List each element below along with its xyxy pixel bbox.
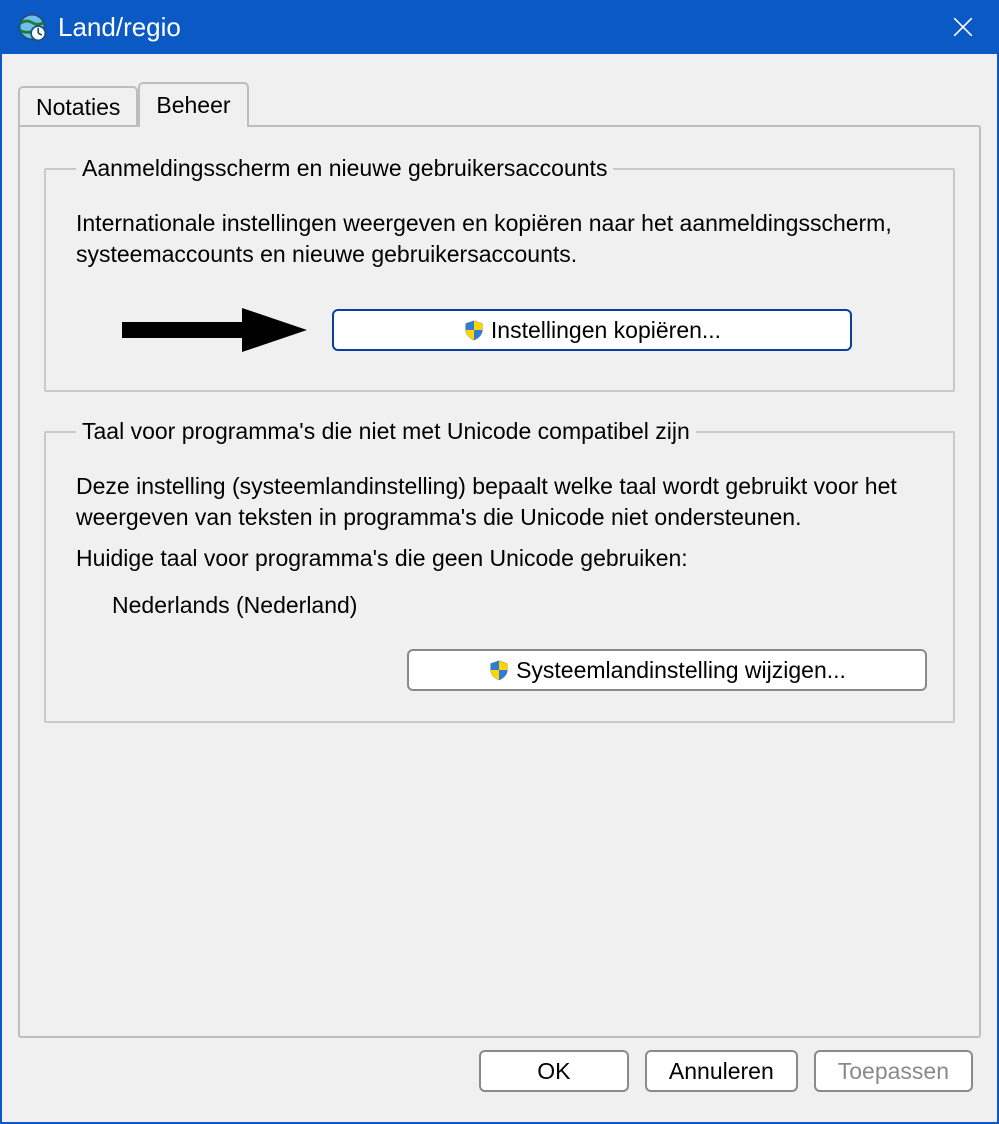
tab-beheer[interactable]: Beheer (138, 82, 248, 127)
client-area: Notaties Beheer Aanmeldingsscherm en nie… (2, 54, 997, 1122)
group-legend: Aanmeldingsscherm en nieuwe gebruikersac… (76, 155, 613, 182)
region-dialog: Land/regio Notaties Beheer Aanmeldingssc… (0, 0, 999, 1124)
tabstrip: Notaties Beheer (18, 80, 981, 125)
button-label: Systeemlandinstelling wijzigen... (516, 657, 846, 684)
cancel-button[interactable]: Annuleren (645, 1050, 798, 1092)
group-legend: Taal voor programma's die niet met Unico… (76, 418, 696, 445)
tabpanel-beheer: Aanmeldingsscherm en nieuwe gebruikersac… (18, 125, 981, 1038)
group-description: Deze instelling (systeemlandinstelling) … (76, 471, 927, 533)
copy-settings-button[interactable]: Instellingen kopiëren... (332, 309, 852, 351)
group-description: Internationale instellingen weergeven en… (76, 208, 927, 270)
globe-clock-icon (14, 9, 50, 45)
apply-button[interactable]: Toepassen (814, 1050, 973, 1092)
close-button[interactable] (943, 7, 983, 47)
titlebar: Land/regio (2, 0, 997, 54)
dialog-footer: OK Annuleren Toepassen (18, 1038, 981, 1108)
ok-button[interactable]: OK (479, 1050, 629, 1092)
change-system-locale-button[interactable]: Systeemlandinstelling wijzigen... (407, 649, 927, 691)
button-label: Toepassen (838, 1058, 949, 1085)
annotation-arrow-icon (102, 300, 312, 360)
button-label: Annuleren (669, 1058, 774, 1085)
current-language-label: Huidige taal voor programma's die geen U… (76, 543, 927, 574)
button-label: Instellingen kopiëren... (491, 317, 721, 344)
tab-notaties[interactable]: Notaties (18, 86, 138, 127)
button-label: OK (537, 1058, 570, 1085)
group-non-unicode: Taal voor programma's die niet met Unico… (44, 418, 955, 723)
tab-label: Notaties (36, 94, 120, 120)
current-language-value: Nederlands (Nederland) (112, 592, 927, 619)
uac-shield-icon (463, 319, 485, 341)
group-welcome-screen: Aanmeldingsscherm en nieuwe gebruikersac… (44, 155, 955, 392)
uac-shield-icon (488, 659, 510, 681)
tab-label: Beheer (156, 92, 230, 118)
window-title: Land/regio (58, 12, 181, 43)
